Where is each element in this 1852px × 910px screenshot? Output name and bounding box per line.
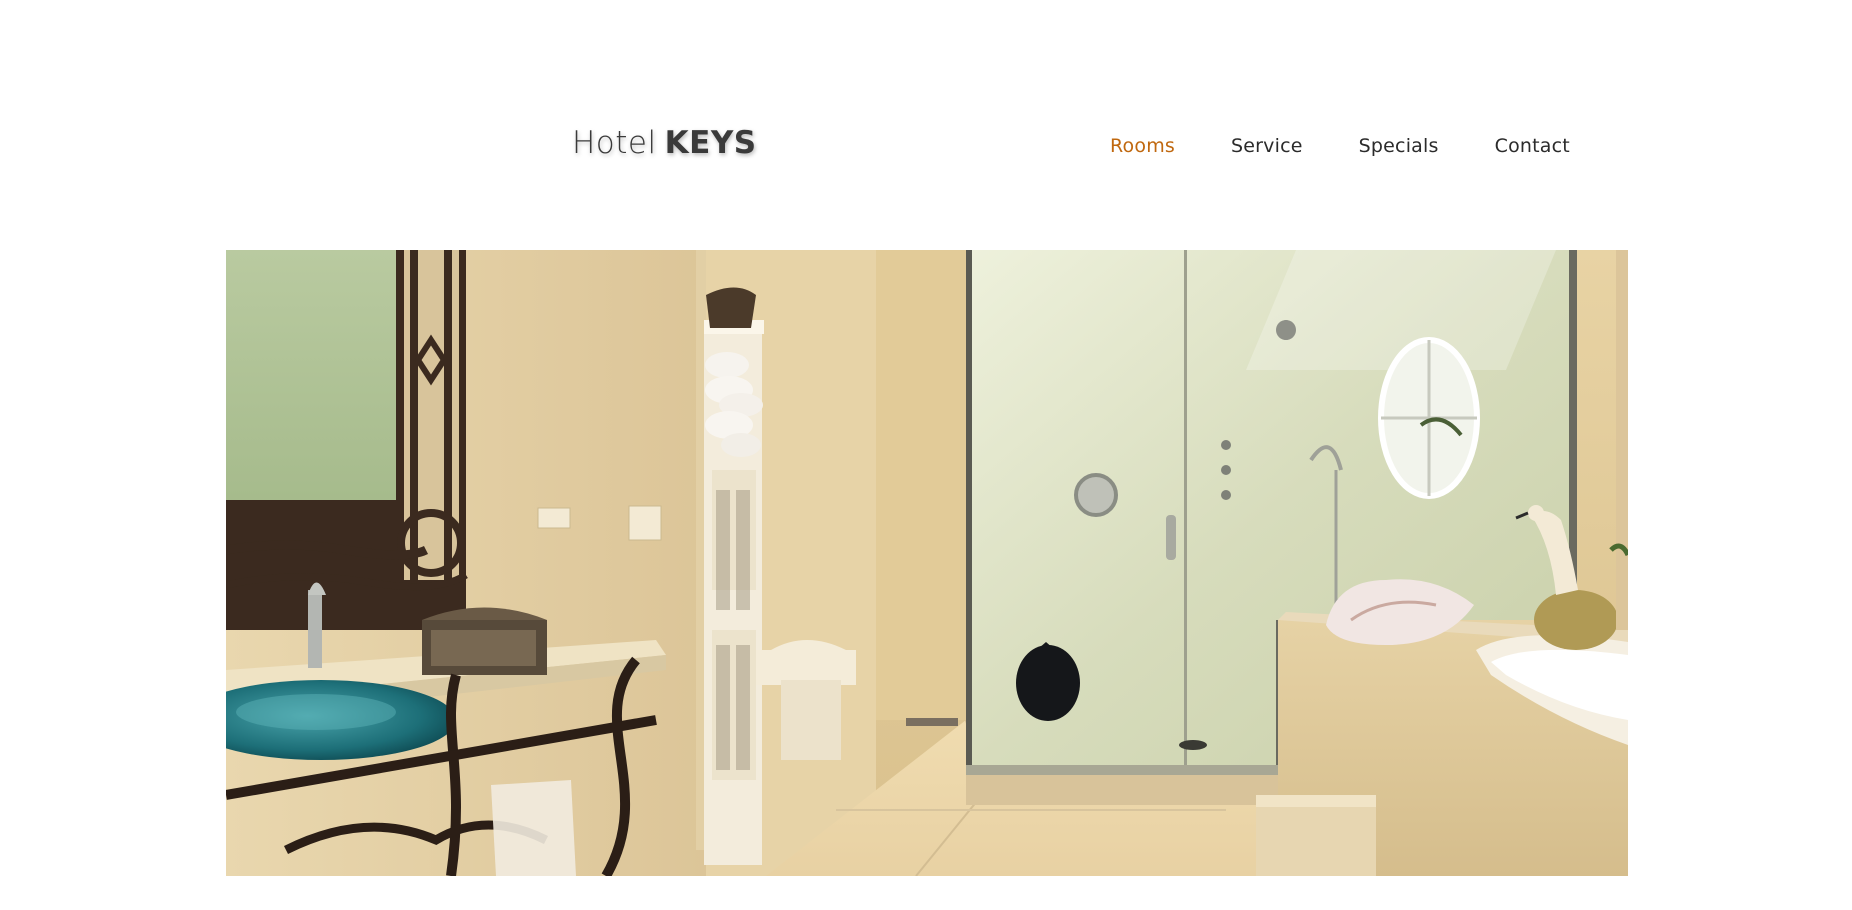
- nav-item-specials[interactable]: Specials: [1359, 133, 1439, 159]
- nav-item-contact[interactable]: Contact: [1495, 133, 1570, 159]
- hero-image: [226, 250, 1628, 876]
- site-logo[interactable]: Hotel KEYS: [572, 123, 757, 163]
- logo-text-light: Hotel: [572, 125, 657, 161]
- page: Hotel KEYS Rooms Service Specials Contact: [0, 0, 1852, 910]
- bathroom-illustration: [226, 250, 1628, 876]
- nav-item-rooms[interactable]: Rooms: [1110, 133, 1175, 159]
- main-nav: Rooms Service Specials Contact: [1110, 133, 1570, 159]
- site-header: Hotel KEYS Rooms Service Specials Contact: [0, 0, 1852, 250]
- logo-text-bold: KEYS: [664, 125, 757, 161]
- nav-item-service[interactable]: Service: [1231, 133, 1303, 159]
